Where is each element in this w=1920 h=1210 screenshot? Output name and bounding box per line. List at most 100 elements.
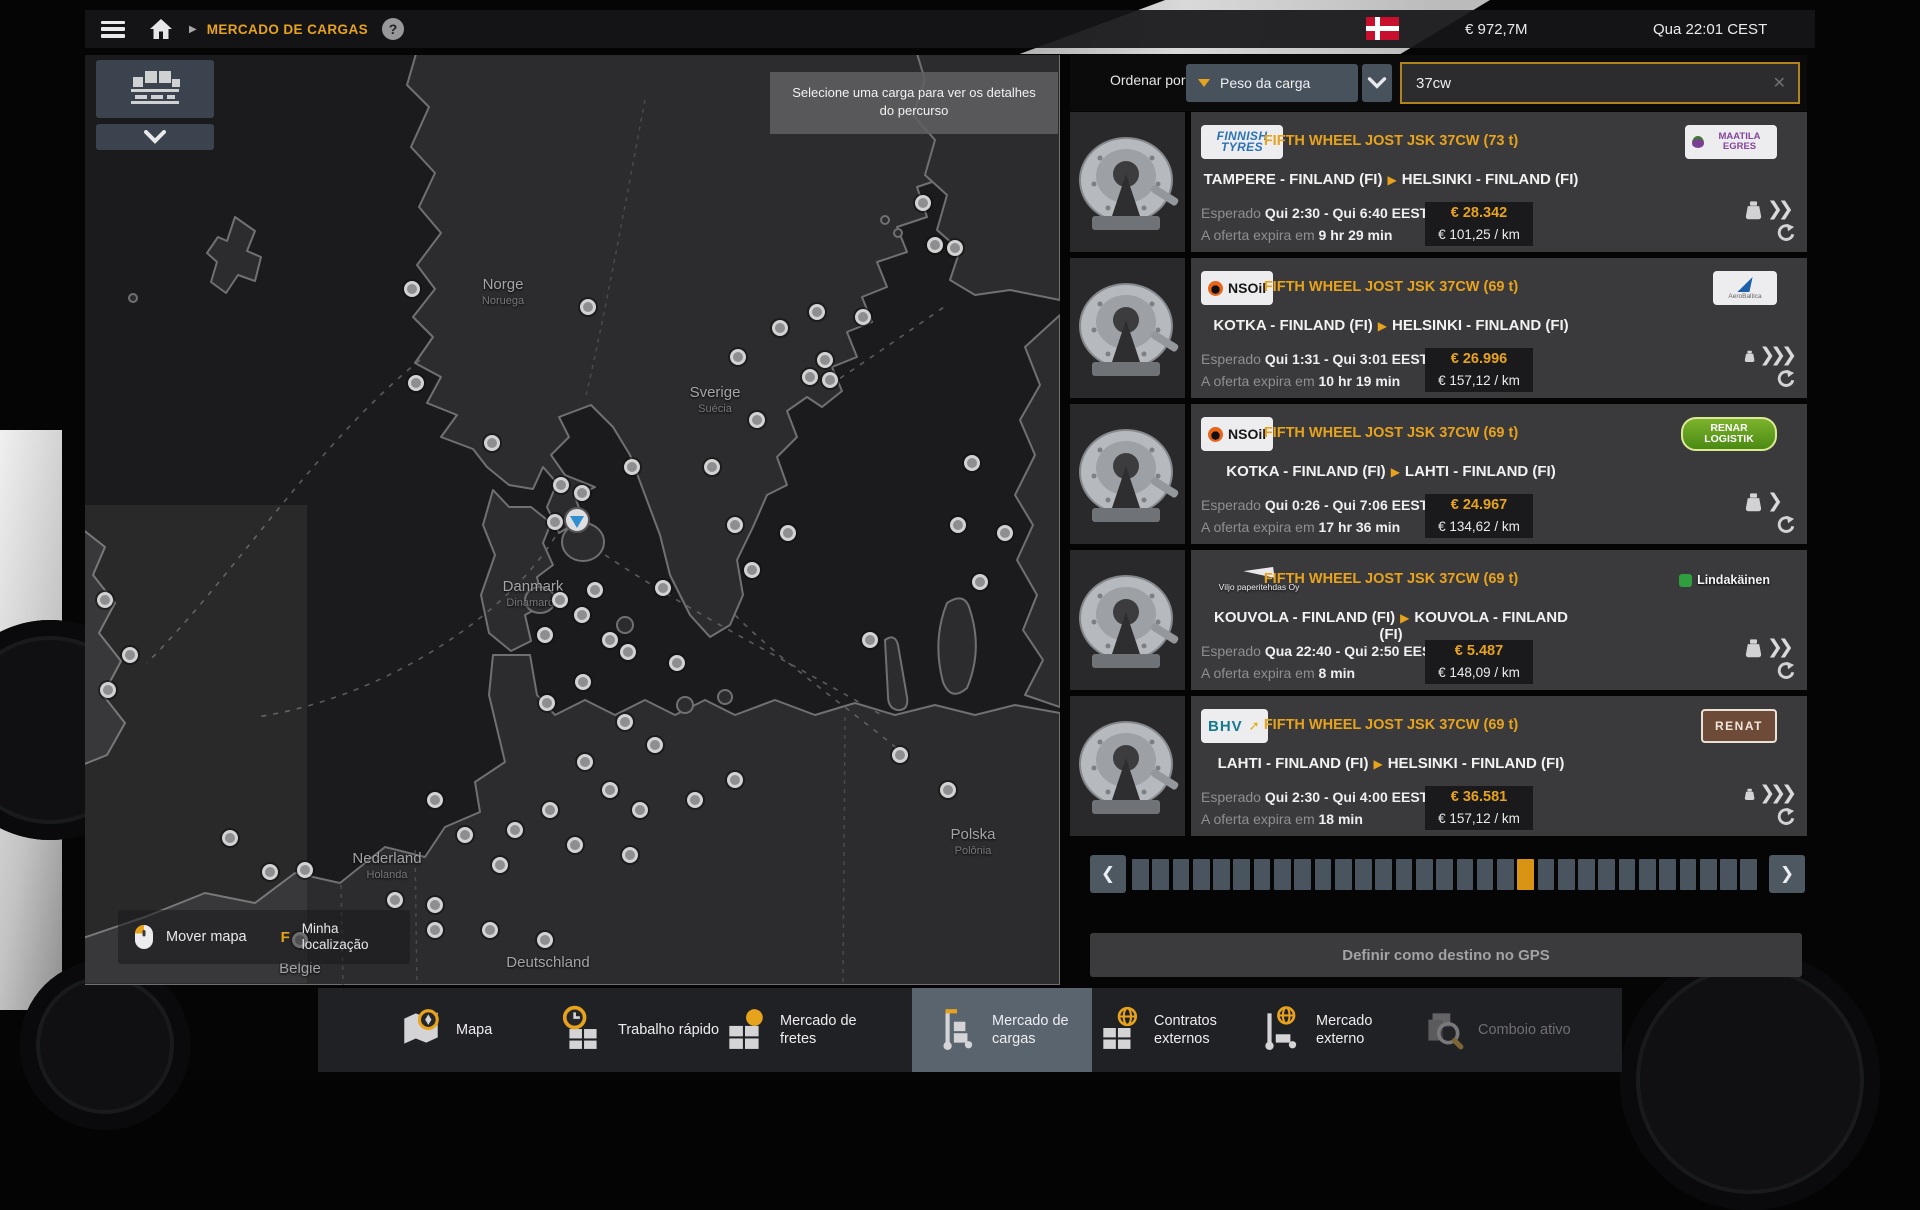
cargo-map-marker[interactable] xyxy=(817,352,833,368)
price-per-km: € 101,25 / km xyxy=(1425,225,1533,244)
cargo-map-marker[interactable] xyxy=(727,517,743,533)
page-prev-button[interactable]: ❮ xyxy=(1090,855,1126,893)
external-icon xyxy=(1258,1005,1304,1056)
cargo-map-marker[interactable] xyxy=(744,562,760,578)
cargo-map-marker[interactable] xyxy=(222,830,238,846)
cargo-map-marker[interactable] xyxy=(727,772,743,788)
cargo-map-marker[interactable] xyxy=(927,237,943,253)
collapse-panel-button[interactable] xyxy=(96,124,214,150)
page-scrollbar[interactable] xyxy=(1132,855,1763,893)
cargo-map-marker[interactable] xyxy=(687,792,703,808)
cargo-map-marker[interactable] xyxy=(567,837,583,853)
cargo-map-marker[interactable] xyxy=(972,574,988,590)
cargo-layer-button[interactable] xyxy=(96,60,214,118)
help-icon[interactable]: ? xyxy=(382,18,404,40)
cargo-map-marker[interactable] xyxy=(575,674,591,690)
cargo-map-marker[interactable] xyxy=(539,695,555,711)
cargo-map-marker[interactable] xyxy=(862,632,878,648)
cargo-map-marker[interactable] xyxy=(427,792,443,808)
cargo-map-marker[interactable] xyxy=(297,862,313,878)
cargo-map-marker[interactable] xyxy=(602,632,618,648)
cargo-map-marker[interactable] xyxy=(408,375,424,391)
cargo-map-marker[interactable] xyxy=(577,754,593,770)
cargo-map-marker[interactable] xyxy=(772,320,788,336)
cargo-map-marker[interactable] xyxy=(647,737,663,753)
cargo-map-marker[interactable] xyxy=(427,922,443,938)
page-indicator xyxy=(1598,859,1615,890)
cargo-map-marker[interactable] xyxy=(602,782,618,798)
cargo-map-marker[interactable] xyxy=(507,822,523,838)
cargo-map-marker[interactable] xyxy=(802,369,818,385)
page-indicator xyxy=(1740,859,1757,890)
sort-dropdown[interactable]: Peso da carga xyxy=(1186,64,1358,102)
cargo-map-marker[interactable] xyxy=(484,435,500,451)
cargo-map-marker[interactable] xyxy=(552,592,568,608)
cargo-map-marker[interactable] xyxy=(950,517,966,533)
cargo-map-marker[interactable] xyxy=(855,309,871,325)
nav-item-external[interactable]: Mercado externo xyxy=(1258,988,1420,1072)
menu-icon[interactable] xyxy=(101,21,125,38)
convoy-icon xyxy=(1420,1005,1466,1056)
cargo-map-marker[interactable] xyxy=(964,455,980,471)
cargo-map-marker[interactable] xyxy=(617,714,633,730)
page-indicator-active xyxy=(1517,859,1534,890)
cargo-map-marker[interactable] xyxy=(620,644,636,660)
cargo-map-marker[interactable] xyxy=(482,922,498,938)
cargo-map-marker[interactable] xyxy=(730,349,746,365)
cargo-map-marker[interactable] xyxy=(457,827,473,843)
cargo-offer-row[interactable]: Viljo paperitehdas Oy FIFTH WHEEL JOST J… xyxy=(1070,550,1807,690)
cargo-map-marker[interactable] xyxy=(655,580,671,596)
nav-item-convoy[interactable]: Comboio ativo xyxy=(1420,988,1582,1072)
cargo-title: FIFTH WHEEL JOST JSK 37CW (73 t) xyxy=(1221,133,1561,149)
cargo-offer-row[interactable]: BHV FIFTH WHEEL JOST JSK 37CW (69 t) REN… xyxy=(1070,696,1807,836)
cargo-map-marker[interactable] xyxy=(574,485,590,501)
cargo-map-marker[interactable] xyxy=(997,525,1013,541)
cargo-map-marker[interactable] xyxy=(542,802,558,818)
cargo-map-marker[interactable] xyxy=(669,655,685,671)
nav-item-map[interactable]: Mapa xyxy=(398,988,560,1072)
nav-item-cargo[interactable]: Mercado de cargas xyxy=(934,988,1096,1072)
cargo-map-marker[interactable] xyxy=(574,607,590,623)
player-position-marker[interactable] xyxy=(564,507,590,533)
cargo-map-marker[interactable] xyxy=(262,864,278,880)
cargo-map-marker[interactable] xyxy=(97,592,113,608)
cargo-map-marker[interactable] xyxy=(537,932,553,948)
clear-search-icon[interactable]: ✕ xyxy=(1761,73,1798,93)
cargo-map-marker[interactable] xyxy=(547,514,563,530)
cargo-map-marker[interactable] xyxy=(100,682,116,698)
cargo-map-marker[interactable] xyxy=(427,897,443,913)
cargo-map-marker[interactable] xyxy=(822,372,838,388)
cargo-map-marker[interactable] xyxy=(780,525,796,541)
cargo-map-marker[interactable] xyxy=(622,847,638,863)
cargo-map-marker[interactable] xyxy=(580,299,596,315)
cargo-map-marker[interactable] xyxy=(387,892,403,908)
search-input[interactable] xyxy=(1402,75,1761,92)
cargo-map-marker[interactable] xyxy=(704,459,720,475)
page-indicator xyxy=(1335,859,1352,890)
cargo-offer-row[interactable]: NSOil FIFTH WHEEL JOST JSK 37CW (69 t) A… xyxy=(1070,258,1807,398)
cargo-map-marker[interactable] xyxy=(947,240,963,256)
cargo-offer-row[interactable]: FINNISH TYRES FIFTH WHEEL JOST JSK 37CW … xyxy=(1070,112,1807,252)
cargo-map-marker[interactable] xyxy=(915,195,931,211)
cargo-map-marker[interactable] xyxy=(624,459,640,475)
nav-item-contracts[interactable]: Contratos externos xyxy=(1096,988,1258,1072)
cargo-map-marker[interactable] xyxy=(553,477,569,493)
cargo-map-marker[interactable] xyxy=(632,802,648,818)
cargo-map-marker[interactable] xyxy=(940,782,956,798)
cargo-offer-row[interactable]: NSOil FIFTH WHEEL JOST JSK 37CW (69 t) R… xyxy=(1070,404,1807,544)
nav-item-quickjob[interactable]: Trabalho rápido xyxy=(560,988,722,1072)
home-icon[interactable] xyxy=(149,18,173,40)
sort-dropdown-open-button[interactable] xyxy=(1362,64,1392,102)
nav-item-freight[interactable]: Mercado de fretes xyxy=(722,988,884,1072)
cargo-map-marker[interactable] xyxy=(492,857,508,873)
cargo-map-marker[interactable] xyxy=(892,747,908,763)
cargo-map-marker[interactable] xyxy=(749,412,765,428)
cargo-map-marker[interactable] xyxy=(809,304,825,320)
map-panel[interactable]: NorgeNoruegaSverigeSuéciaDanmarkDinamarc… xyxy=(85,55,1060,985)
cargo-map-marker[interactable] xyxy=(122,647,138,663)
page-next-button[interactable]: ❯ xyxy=(1769,855,1805,893)
cargo-map-marker[interactable] xyxy=(587,582,603,598)
cargo-map-marker[interactable] xyxy=(404,281,420,297)
cargo-map-marker[interactable] xyxy=(537,627,553,643)
set-gps-destination-button[interactable]: Definir como destino no GPS xyxy=(1090,933,1802,977)
